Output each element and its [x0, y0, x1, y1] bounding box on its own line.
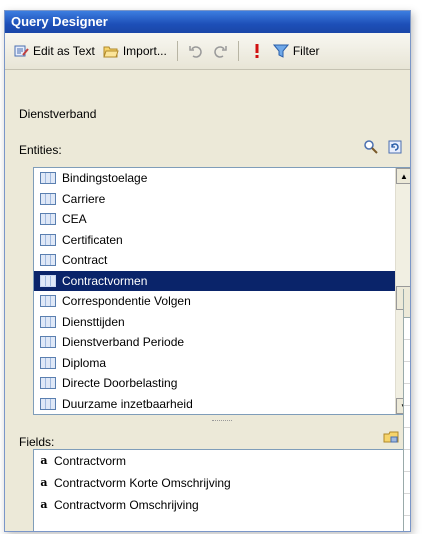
- grid-row: [404, 472, 410, 494]
- edit-as-text-button[interactable]: Edit as Text: [9, 39, 99, 63]
- redo-icon: [212, 43, 228, 59]
- panel-splitter[interactable]: [33, 417, 410, 425]
- grid-row: [404, 516, 410, 531]
- folder-open-icon: [103, 43, 119, 59]
- field-list-item[interactable]: a Contractvorm: [34, 450, 410, 472]
- field-list-item[interactable]: a Contractvorm Korte Omschrijving: [34, 472, 410, 494]
- toolbar-separator: [176, 41, 178, 61]
- toolbar: Edit as Text Import... Filter: [5, 33, 410, 70]
- window-title: Query Designer: [5, 11, 410, 33]
- grid-row: [404, 406, 410, 428]
- edit-as-text-label: Edit as Text: [33, 44, 95, 58]
- text-attribute-icon: a: [40, 454, 48, 467]
- entity-label: Contractvormen: [62, 273, 148, 288]
- entity-list-item[interactable]: Certificaten: [34, 230, 410, 251]
- toolbar-separator: [237, 41, 239, 61]
- entity-list-item[interactable]: Duurzame inzetbaarheid: [34, 394, 410, 415]
- exclamation-icon: [249, 43, 265, 59]
- import-button[interactable]: Import...: [99, 39, 171, 63]
- entity-label: Directe Doorbelasting: [62, 376, 178, 390]
- grid-header: [404, 289, 410, 318]
- entity-list-item[interactable]: Dienstverband Periode: [34, 332, 410, 353]
- redo-button[interactable]: [208, 39, 232, 63]
- grid-row: [404, 384, 410, 406]
- entity-label: CEA: [62, 212, 87, 226]
- fields-label: Fields:: [19, 435, 55, 449]
- field-list-item[interactable]: a Contractvorm Omschrijving: [34, 494, 410, 516]
- entity-label: Dienstverband Periode: [62, 335, 185, 349]
- entity-list-item[interactable]: Directe Doorbelasting: [34, 373, 410, 394]
- text-attribute-icon: a: [40, 476, 48, 489]
- table-icon: [40, 315, 56, 328]
- entity-label: Diploma: [62, 355, 107, 370]
- table-icon: [40, 336, 56, 349]
- query-designer-window: Query Designer Edit as Text Import... Fi…: [4, 10, 411, 532]
- grid-row: [404, 428, 410, 450]
- filter-button[interactable]: Filter: [269, 39, 324, 63]
- run-query-button[interactable]: [245, 39, 269, 63]
- entity-list-item[interactable]: Correspondentie Volgen: [34, 291, 410, 312]
- grid-row: [404, 494, 410, 516]
- table-icon: [40, 192, 56, 205]
- table-icon: [40, 233, 56, 246]
- entity-list-item[interactable]: Bindingstoelage: [34, 168, 410, 189]
- entity-list-item[interactable]: Diensttijden: [34, 312, 410, 333]
- table-icon: [40, 356, 56, 369]
- entity-list-item[interactable]: Diploma: [34, 353, 410, 374]
- import-label: Import...: [122, 44, 167, 58]
- table-icon: [40, 213, 56, 226]
- funnel-icon: [272, 43, 289, 59]
- entities-label: Entities:: [19, 143, 62, 157]
- entity-label: Correspondentie Volgen: [62, 294, 191, 308]
- entity-list-item[interactable]: Contractvormen: [34, 270, 410, 291]
- grid-row: [404, 450, 410, 472]
- entities-tools: [363, 139, 403, 155]
- entity-list-item[interactable]: Carriere: [34, 189, 410, 210]
- field-label: Contractvorm Korte Omschrijving: [54, 476, 231, 490]
- grid-row: [404, 362, 410, 384]
- undo-button[interactable]: [184, 39, 208, 63]
- folder-tool-icon[interactable]: [383, 429, 399, 445]
- entity-items: Bindingstoelage Carriere CEA Certificaten Co…: [34, 168, 410, 415]
- undo-icon: [188, 43, 204, 59]
- content-area: Dienstverband Entities: Bindingstoelage C…: [5, 71, 410, 531]
- metadata-panel: Dienstverband Entities: Bindingstoelage C…: [13, 79, 410, 531]
- text-attribute-icon: a: [40, 498, 48, 511]
- table-icon: [40, 377, 56, 390]
- entity-label: Carriere: [62, 191, 106, 206]
- entity-label: Duurzame inzetbaarheid: [62, 396, 193, 411]
- fields-list[interactable]: a Contractvorm a Contractvorm Korte Omschri…: [33, 449, 410, 531]
- entity-label: Diensttijden: [62, 314, 125, 329]
- scroll-up-button[interactable]: ▲: [396, 168, 410, 184]
- table-icon: [40, 295, 56, 308]
- search-icon[interactable]: [363, 139, 379, 155]
- grid-row: [404, 340, 410, 362]
- field-label: Contractvorm: [54, 454, 127, 468]
- entity-list-item[interactable]: Contract: [34, 250, 410, 271]
- refresh-icon[interactable]: [387, 139, 403, 155]
- edit-text-icon: [13, 43, 29, 59]
- query-grid[interactable]: [403, 289, 410, 531]
- entity-label: Certificaten: [62, 232, 123, 247]
- context-label: Dienstverband: [19, 107, 97, 121]
- entities-list[interactable]: Bindingstoelage Carriere CEA Certificaten Co…: [33, 167, 410, 415]
- entity-label: Bindingstoelage: [62, 171, 148, 185]
- field-label: Contractvorm Omschrijving: [54, 498, 199, 512]
- table-icon: [40, 274, 56, 287]
- entity-list-item[interactable]: CEA: [34, 209, 410, 230]
- field-items: a Contractvorm a Contractvorm Korte Omschri…: [34, 450, 410, 516]
- entity-label: Contract: [62, 253, 108, 267]
- table-icon: [40, 397, 56, 410]
- table-icon: [40, 254, 56, 267]
- grid-row: [404, 318, 410, 340]
- filter-label: Filter: [292, 44, 320, 58]
- table-icon: [40, 172, 56, 185]
